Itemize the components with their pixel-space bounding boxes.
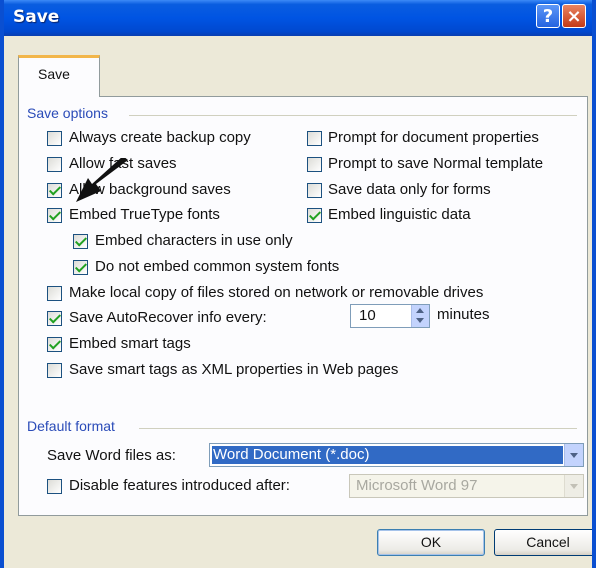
allow-background-saves-checkbox[interactable]: [47, 183, 62, 198]
close-icon: ×: [566, 6, 582, 27]
tab-save-label: Save: [38, 66, 70, 82]
disable-features-checkbox[interactable]: [47, 479, 62, 494]
prompt-document-properties-label: Prompt for document properties: [328, 129, 539, 146]
embed-linguistic-data-label: Embed linguistic data: [328, 206, 471, 223]
spin-down-icon[interactable]: [416, 318, 424, 323]
save-options-divider: [129, 115, 577, 116]
embed-linguistic-data-checkbox[interactable]: [307, 208, 322, 223]
save-autorecover-label: Save AutoRecover info every:: [69, 309, 267, 326]
default-format-divider: [139, 428, 577, 429]
annotation-arrow-icon: [76, 158, 128, 202]
do-not-embed-system-fonts-checkbox[interactable]: [73, 260, 88, 275]
save-data-only-forms-label: Save data only for forms: [328, 181, 491, 198]
word-version-value: Microsoft Word 97: [356, 477, 478, 494]
chevron-down-icon: [570, 453, 578, 458]
spinner-buttons[interactable]: [411, 305, 429, 327]
embed-smart-tags-checkbox[interactable]: [47, 337, 62, 352]
save-autorecover-checkbox[interactable]: [47, 311, 62, 326]
ok-button[interactable]: OK: [377, 529, 485, 556]
make-local-copy-label: Make local copy of files stored on netwo…: [69, 284, 484, 301]
spin-up-icon[interactable]: [416, 308, 424, 313]
embed-characters-in-use-label: Embed characters in use only: [95, 232, 293, 249]
save-format-value: Word Document (*.doc): [213, 446, 370, 463]
disable-features-label: Disable features introduced after:: [69, 477, 290, 494]
save-options-group-label: Save options: [27, 105, 112, 121]
embed-smart-tags-label: Embed smart tags: [69, 335, 191, 352]
help-button[interactable]: ?: [536, 4, 560, 28]
help-icon: ?: [542, 6, 554, 27]
title-bar[interactable]: Save ? ×: [4, 0, 592, 36]
word-version-dropdown-button[interactable]: [564, 475, 583, 497]
save-word-files-as-label: Save Word files as:: [47, 447, 176, 464]
word-version-dropdown[interactable]: Microsoft Word 97: [349, 474, 584, 498]
make-local-copy-checkbox[interactable]: [47, 286, 62, 301]
autorecover-unit-label: minutes: [437, 306, 490, 323]
default-format-group-label: Default format: [27, 418, 119, 434]
embed-truetype-fonts-checkbox[interactable]: [47, 208, 62, 223]
allow-fast-saves-checkbox[interactable]: [47, 157, 62, 172]
autorecover-minutes-spinner[interactable]: 10: [350, 304, 430, 328]
always-create-backup-label: Always create backup copy: [69, 129, 251, 146]
save-smart-tags-xml-checkbox[interactable]: [47, 363, 62, 378]
prompt-save-normal-template-label: Prompt to save Normal template: [328, 155, 544, 172]
tab-save[interactable]: Save: [18, 55, 100, 97]
save-dialog: Save ? × Save Save options Always create…: [0, 0, 596, 568]
save-format-dropdown-button[interactable]: [564, 444, 583, 466]
save-data-only-forms-checkbox[interactable]: [307, 183, 322, 198]
cancel-button[interactable]: Cancel: [494, 529, 592, 556]
do-not-embed-system-fonts-label: Do not embed common system fonts: [95, 258, 340, 275]
dialog-title: Save: [13, 7, 60, 27]
chevron-down-icon: [570, 484, 578, 489]
embed-characters-in-use-checkbox[interactable]: [73, 234, 88, 249]
save-smart-tags-xml-label: Save smart tags as XML properties in Web…: [69, 361, 399, 378]
prompt-document-properties-checkbox[interactable]: [307, 131, 322, 146]
embed-truetype-fonts-label: Embed TrueType fonts: [69, 206, 220, 223]
close-button[interactable]: ×: [562, 4, 586, 28]
autorecover-minutes-value[interactable]: 10: [359, 307, 376, 324]
prompt-save-normal-template-checkbox[interactable]: [307, 157, 322, 172]
always-create-backup-checkbox[interactable]: [47, 131, 62, 146]
save-format-dropdown[interactable]: Word Document (*.doc): [209, 443, 584, 467]
